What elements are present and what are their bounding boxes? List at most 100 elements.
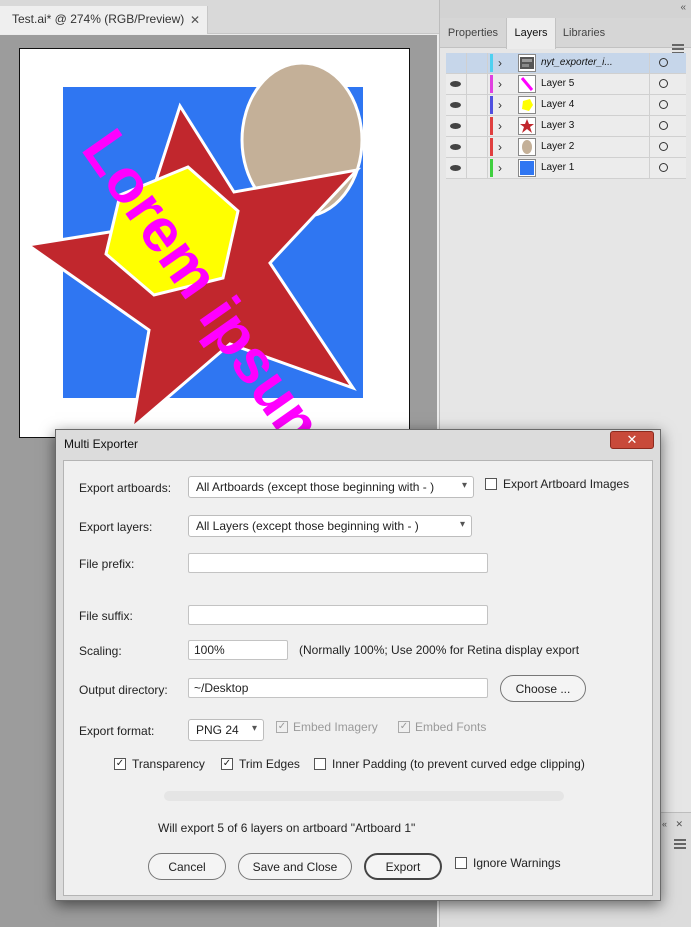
tab-properties[interactable]: Properties [440, 18, 506, 48]
chevron-right-icon[interactable]: › [498, 77, 502, 91]
export-layers-select[interactable]: All Layers (except those beginning with … [188, 515, 472, 537]
layer-color-swatch [490, 96, 493, 114]
ignore-warnings-label: Ignore Warnings [473, 856, 561, 870]
chevron-right-icon[interactable]: › [498, 140, 502, 154]
save-and-close-button[interactable]: Save and Close [238, 853, 352, 880]
trim-edges-label: Trim Edges [239, 757, 300, 771]
layer-target[interactable] [649, 53, 686, 73]
lower-panel-controls[interactable]: « ✕ [662, 819, 686, 830]
visibility-toggle[interactable] [446, 158, 467, 178]
layer-target[interactable] [649, 95, 686, 115]
layer-row[interactable]: › Layer 1 [446, 158, 686, 179]
panel-header: « [440, 0, 691, 18]
tab-layers[interactable]: Layers [506, 18, 556, 49]
scaling-input[interactable]: 100% [188, 640, 288, 660]
layer-row[interactable]: › Layer 3 [446, 116, 686, 137]
export-artboards-label: Export artboards: [79, 481, 172, 495]
chevron-down-icon: ▾ [251, 723, 257, 734]
dialog-close-button[interactable]: ✕ [610, 431, 654, 449]
document-tab[interactable]: Test.ai* @ 274% (RGB/Preview) ✕ [0, 6, 208, 34]
layer-color-swatch [490, 159, 493, 177]
layer-target[interactable] [649, 137, 686, 157]
target-circle-icon [659, 163, 668, 172]
visibility-toggle[interactable] [446, 53, 467, 73]
target-circle-icon [659, 121, 668, 130]
layer-thumbnail [518, 159, 536, 177]
export-layers-label: Export layers: [79, 520, 153, 534]
lower-panel-menu-icon[interactable] [674, 839, 686, 851]
output-directory-label: Output directory: [79, 683, 168, 697]
close-icon[interactable]: ✕ [190, 13, 200, 27]
scaling-label: Scaling: [79, 644, 122, 658]
lock-toggle[interactable] [467, 116, 488, 136]
layer-row[interactable]: › nyt_exporter_i... [446, 53, 686, 74]
layer-name[interactable]: Layer 4 [541, 99, 641, 110]
export-artboards-select[interactable]: All Artboards (except those beginning wi… [188, 476, 474, 498]
export-button[interactable]: Export [364, 853, 442, 880]
embed-imagery-checkbox[interactable]: ✓ [276, 721, 288, 733]
chevron-right-icon[interactable]: › [498, 56, 502, 70]
lock-toggle[interactable] [467, 53, 488, 73]
lock-toggle[interactable] [467, 74, 488, 94]
cancel-button[interactable]: Cancel [148, 853, 226, 880]
layer-row[interactable]: › Layer 4 [446, 95, 686, 116]
trim-edges-checkbox[interactable]: ✓ [221, 758, 233, 770]
embed-fonts-label: Embed Fonts [415, 720, 487, 734]
chevron-right-icon[interactable]: › [498, 98, 502, 112]
chevron-right-icon[interactable]: › [498, 119, 502, 133]
layer-row[interactable]: › Layer 2 [446, 137, 686, 158]
document-tab-bar: Test.ai* @ 274% (RGB/Preview) ✕ [0, 0, 439, 34]
layer-color-swatch [490, 54, 493, 72]
collapse-icon[interactable]: « [680, 2, 686, 13]
layer-thumbnail [518, 138, 536, 156]
document-tab-title: Test.ai* @ 274% (RGB/Preview) [12, 12, 185, 26]
visibility-toggle[interactable] [446, 137, 467, 157]
layer-name[interactable]: nyt_exporter_i... [541, 57, 641, 68]
export-format-label: Export format: [79, 724, 155, 738]
target-circle-icon [659, 100, 668, 109]
tab-libraries[interactable]: Libraries [556, 18, 612, 48]
artboard[interactable]: Lorem ipsum [19, 48, 410, 438]
export-format-select[interactable]: PNG 24 ▾ [188, 719, 264, 741]
layer-name[interactable]: Layer 3 [541, 120, 641, 131]
layer-name[interactable]: Layer 1 [541, 162, 641, 173]
export-status-text: Will export 5 of 6 layers on artboard "A… [158, 821, 416, 835]
choose-button[interactable]: Choose ... [500, 675, 586, 702]
layer-name[interactable]: Layer 5 [541, 78, 641, 89]
lock-toggle[interactable] [467, 158, 488, 178]
file-prefix-input[interactable] [188, 553, 488, 573]
layer-color-swatch [490, 117, 493, 135]
layer-target[interactable] [649, 116, 686, 136]
export-artboard-images-checkbox[interactable] [485, 478, 497, 490]
ignore-warnings-checkbox[interactable] [455, 857, 467, 869]
multi-exporter-dialog: Multi Exporter ✕ Export artboards: All A… [55, 429, 661, 901]
layers-list: › nyt_exporter_i... › Layer 5 › Layer 4 › Layer… [446, 53, 686, 179]
transparency-label: Transparency [132, 757, 205, 771]
dialog-title: Multi Exporter [64, 437, 139, 451]
target-circle-icon [659, 142, 668, 151]
layer-target[interactable] [649, 74, 686, 94]
visibility-toggle[interactable] [446, 95, 467, 115]
eye-icon [450, 81, 461, 87]
file-suffix-input[interactable] [188, 605, 488, 625]
eye-icon [450, 123, 461, 129]
layer-row[interactable]: › Layer 5 [446, 74, 686, 95]
visibility-toggle[interactable] [446, 74, 467, 94]
embed-fonts-checkbox[interactable]: ✓ [398, 721, 410, 733]
export-artboard-images-label: Export Artboard Images [503, 477, 630, 491]
layer-thumbnail [518, 117, 536, 135]
lock-toggle[interactable] [467, 137, 488, 157]
inner-padding-checkbox[interactable] [314, 758, 326, 770]
eye-icon [450, 144, 461, 150]
embed-imagery-label: Embed Imagery [293, 720, 378, 734]
file-suffix-label: File suffix: [79, 609, 133, 623]
eye-icon [450, 102, 461, 108]
layer-name[interactable]: Layer 2 [541, 141, 641, 152]
transparency-checkbox[interactable]: ✓ [114, 758, 126, 770]
layer-color-swatch [490, 138, 493, 156]
lock-toggle[interactable] [467, 95, 488, 115]
chevron-right-icon[interactable]: › [498, 161, 502, 175]
visibility-toggle[interactable] [446, 116, 467, 136]
output-directory-input[interactable]: ~/Desktop [188, 678, 488, 698]
layer-target[interactable] [649, 158, 686, 178]
